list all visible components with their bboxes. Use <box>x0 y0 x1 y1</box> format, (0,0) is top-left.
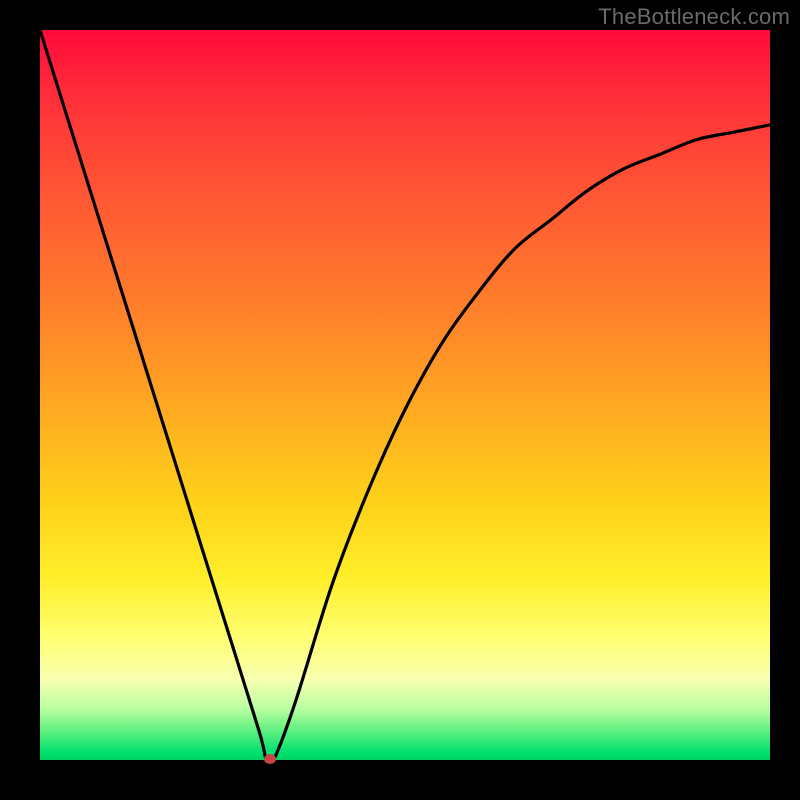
plot-area <box>40 30 770 760</box>
bottleneck-curve-path <box>40 30 770 760</box>
line-chart-svg <box>40 30 770 760</box>
watermark-text: TheBottleneck.com <box>598 4 790 30</box>
minimum-marker <box>264 754 276 764</box>
chart-frame: TheBottleneck.com <box>0 0 800 800</box>
